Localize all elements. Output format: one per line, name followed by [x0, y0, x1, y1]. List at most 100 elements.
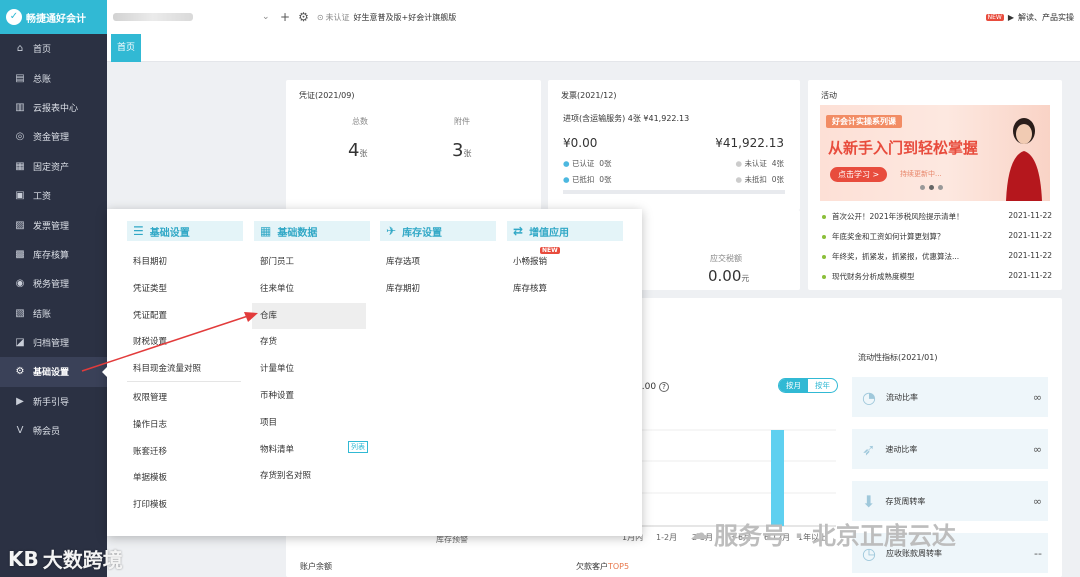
liquidity-item[interactable]: ➶ 速动比率 ∞	[852, 429, 1048, 469]
menu-item[interactable]: 账套迁移	[125, 439, 239, 465]
logo-text: 畅捷通好会计	[26, 13, 86, 25]
voucher-total[interactable]: 4张	[348, 140, 367, 161]
liquidity-icon: ⬇	[862, 491, 876, 511]
watermark-left: KB 大数跨境	[8, 546, 123, 573]
sidebar-item-label: 首页	[33, 45, 52, 56]
top-right-promo[interactable]: NEW ▶ 解读、产品实操	[985, 12, 1074, 23]
menu-column-header: ☰ 基础设置	[127, 221, 243, 241]
new-badge: NEW	[540, 247, 560, 254]
menu-item[interactable]: 部门员工	[252, 249, 366, 275]
list-tag[interactable]: 列表	[348, 441, 368, 453]
course-banner[interactable]: 好会计实操系列课 从新手入门到轻松掌握 点击学习 > 持续更新中...	[820, 105, 1050, 201]
menu-item[interactable]: 打印模板	[125, 492, 239, 518]
sidebar-item-label: 发票管理	[33, 221, 70, 232]
menu-item[interactable]: 小畅报销	[505, 249, 619, 275]
sidebar-item-label: 库存核算	[33, 250, 70, 261]
settings-icon[interactable]: ⚙	[298, 10, 309, 24]
menu-item[interactable]: 库存期初	[378, 276, 492, 302]
sidebar-item-2[interactable]: ▥ 云报表中心	[0, 93, 107, 122]
sidebar-item-label: 畅会员	[33, 427, 61, 438]
sidebar-item-1[interactable]: ▤ 总账	[0, 63, 107, 92]
invoice-certified: ● 已认证 0张	[563, 159, 612, 168]
money-icon: ◎	[15, 131, 25, 143]
column-icon: ✈	[386, 224, 397, 238]
menu-item[interactable]: 库存选项	[378, 249, 492, 275]
toggle-year[interactable]: 按年	[808, 379, 837, 392]
sidebar-item-4[interactable]: ▦ 固定资产	[0, 152, 107, 181]
archive-icon: ◪	[15, 337, 25, 349]
menu-item[interactable]: 凭证配置	[125, 303, 239, 329]
menu-item[interactable]: 单据模板	[125, 465, 239, 491]
sidebar-item-5[interactable]: ▣ 工资	[0, 181, 107, 210]
wechat-icon: ☁	[690, 523, 708, 544]
tax-value[interactable]: 0.00元	[708, 267, 749, 285]
cert-status[interactable]: ⊙ 未认证	[317, 12, 350, 23]
news-item[interactable]: 年终奖，抓紧发，抓紧报，优惠算法... 2021-11-22	[822, 251, 1052, 262]
menu-item[interactable]: 科目现金流量对照	[125, 356, 239, 382]
menu-item[interactable]: 仓库	[252, 302, 366, 329]
account-selector[interactable]: ⌄	[107, 0, 272, 34]
tab-home[interactable]: 首页	[111, 34, 141, 62]
close-books-icon: ▧	[15, 307, 25, 319]
activity-title: 活动	[821, 91, 837, 100]
toggle-month[interactable]: 按月	[779, 379, 808, 392]
sidebar-item-12[interactable]: ▶ 新手引导	[0, 387, 107, 416]
menu-item[interactable]: 权限管理	[125, 385, 239, 411]
invoice-icon: ▨	[15, 219, 25, 231]
liquidity-title: 流动性指标(2021/01)	[858, 353, 938, 362]
chevron-down-icon[interactable]: ⌄	[262, 12, 270, 22]
ledger-icon: ▤	[15, 72, 25, 84]
new-badge: NEW	[985, 14, 1004, 21]
sidebar-item-label: 资金管理	[33, 133, 70, 144]
news-item[interactable]: 年底奖金和工资如何计算更划算？ 2021-11-22	[822, 231, 1052, 242]
menu-item[interactable]: 项目	[252, 410, 366, 436]
watermark-right: ☁ 服务号 · 北京正唐云达	[690, 522, 956, 550]
banner-title: 从新手入门到轻松掌握	[828, 139, 979, 157]
liquidity-item[interactable]: ⬇ 存货周转率 ∞	[852, 481, 1048, 521]
banner-learn-button[interactable]: 点击学习 >	[830, 167, 888, 182]
menu-item[interactable]: 往来单位	[252, 276, 366, 302]
sidebar-item-7[interactable]: ▩ 库存核算	[0, 240, 107, 269]
menu-item[interactable]: 币种设置	[252, 383, 366, 409]
app-logo[interactable]: ✓ 畅捷通好会计	[0, 0, 107, 34]
invoice-uncertified: ● 未认证 4张	[735, 159, 785, 168]
sidebar-item-10[interactable]: ◪ 归档管理	[0, 328, 107, 357]
add-icon[interactable]: +	[280, 10, 290, 24]
menu-item[interactable]: 存货别名对照	[252, 463, 366, 489]
sidebar-item-3[interactable]: ◎ 资金管理	[0, 122, 107, 151]
logo-icon: ✓	[6, 9, 22, 25]
news-item[interactable]: 现代财务分析成熟度模型 2021-11-22	[822, 271, 1052, 282]
chart-x-tick: 1-2月	[656, 533, 678, 542]
column-icon: ▦	[260, 224, 272, 238]
voucher-attach[interactable]: 3张	[452, 140, 471, 161]
menu-item[interactable]: 库存核算	[505, 276, 619, 302]
shield-icon: ⊙	[316, 12, 324, 22]
sidebar-item-label: 新手引导	[33, 397, 70, 408]
chart-bar	[771, 430, 784, 526]
top-right-text: 解读、产品实操	[1018, 13, 1074, 22]
menu-item[interactable]: 存货	[252, 329, 366, 355]
news-item[interactable]: 首次公开！2021年涉税风险提示清单！ 2021-11-22	[822, 211, 1052, 222]
column-icon: ⇄	[513, 224, 524, 238]
sidebar-item-11[interactable]: ⚙ 基础设置	[0, 357, 107, 387]
sidebar-item-0[interactable]: ⌂ 首页	[0, 34, 107, 63]
liquidity-icon: ◔	[862, 387, 876, 407]
invoice-card: 发票(2021/12) 进项(含运输服务) 4张 ¥41,922.13 ¥0.0…	[548, 80, 800, 210]
menu-item[interactable]: 凭证类型	[125, 276, 239, 302]
invoice-amount-left: ¥0.00	[563, 136, 598, 150]
liquidity-item[interactable]: ◔ 流动比率 ∞	[852, 377, 1048, 417]
invoice-title: 发票(2021/12)	[561, 91, 617, 100]
menu-item[interactable]: 财税设置	[125, 329, 239, 355]
banner-tag: 好会计实操系列课	[826, 115, 902, 128]
sidebar-item-6[interactable]: ▨ 发票管理	[0, 210, 107, 239]
top-bar: ⌄ + ⚙ ⊙ 未认证 好生意普及版+好会计旗舰版 NEW ▶ 解读、产品实操	[107, 0, 1080, 34]
invoice-amount-right: ¥41,922.13	[715, 136, 784, 150]
menu-item[interactable]: 科目期初	[125, 249, 239, 275]
sidebar-item-9[interactable]: ▧ 结账	[0, 299, 107, 328]
menu-item[interactable]: 操作日志	[125, 412, 239, 438]
sidebar-item-13[interactable]: V 畅会员	[0, 416, 107, 445]
menu-item[interactable]: 计量单位	[252, 356, 366, 382]
sidebar-item-8[interactable]: ◉ 税务管理	[0, 269, 107, 298]
carousel-dots[interactable]	[920, 185, 943, 190]
invoice-undeducted: ● 未抵扣 0张	[735, 175, 785, 184]
